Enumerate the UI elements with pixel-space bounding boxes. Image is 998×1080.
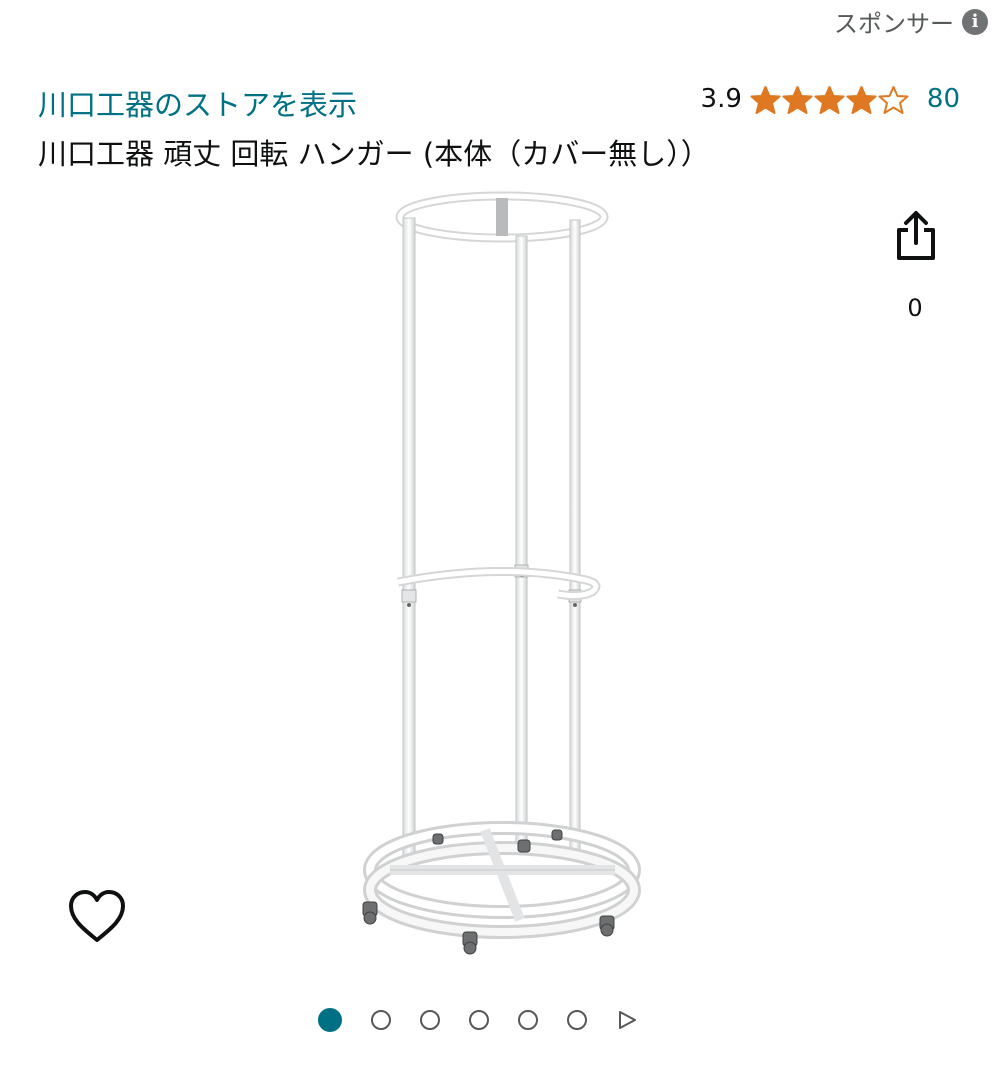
store-link[interactable]: 川口工器のストアを表示 (38, 82, 357, 124)
star-icon (878, 85, 909, 114)
info-icon[interactable]: i (962, 8, 988, 35)
star-icon (750, 85, 781, 114)
share-icon (897, 211, 935, 260)
star-icon (782, 85, 813, 114)
heart-outline-icon (69, 890, 125, 942)
share-button[interactable] (888, 205, 944, 265)
rating[interactable]: 3.9 80 (701, 84, 960, 114)
sponsor-label[interactable]: スポンサー i (834, 4, 988, 39)
carousel-dot[interactable] (518, 1010, 538, 1030)
review-count[interactable]: 80 (927, 84, 960, 114)
carousel-dots (318, 1008, 638, 1032)
product-image[interactable] (330, 180, 670, 960)
product-title: 川口工器 頑丈 回転 ハンガー (本体（カバー無し）） (38, 137, 710, 171)
carousel-dot[interactable] (371, 1010, 391, 1030)
carousel-dot[interactable] (469, 1010, 489, 1030)
wishlist-button[interactable] (66, 888, 128, 946)
star-icon (814, 85, 845, 114)
play-triangle-icon[interactable] (616, 1009, 638, 1031)
share-count: 0 (907, 294, 923, 322)
star-icon (846, 85, 877, 114)
rating-score: 3.9 (700, 84, 742, 114)
carousel-dot[interactable] (567, 1010, 587, 1030)
sponsor-text: スポンサー (834, 10, 954, 38)
carousel-dot[interactable] (318, 1008, 342, 1032)
star-rating (750, 85, 909, 114)
carousel-dot[interactable] (420, 1010, 440, 1030)
